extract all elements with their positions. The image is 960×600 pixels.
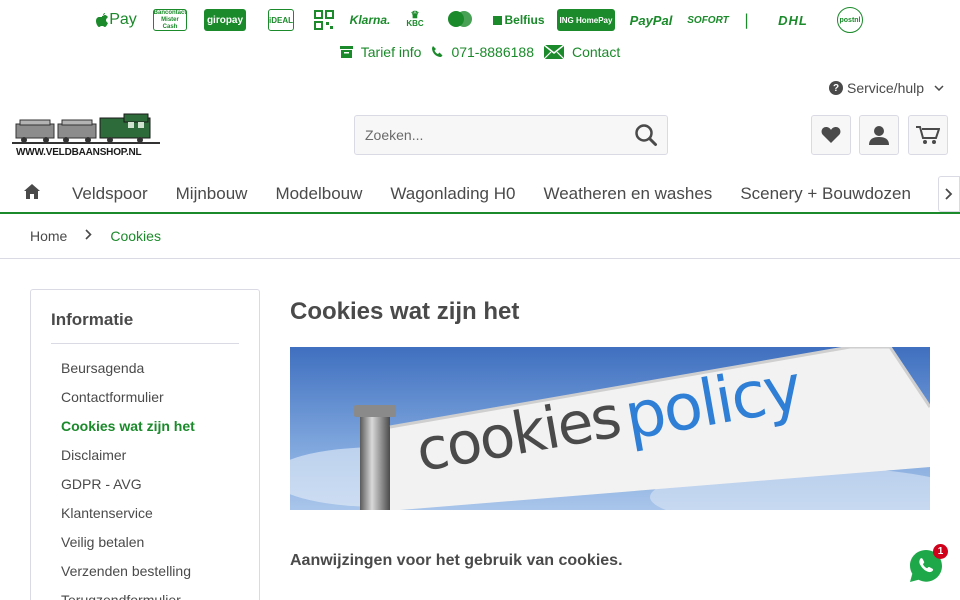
kbc-text: KBC <box>406 19 424 28</box>
nav-item-mijnbouw[interactable]: Mijnbouw <box>162 174 262 212</box>
maestro-logo <box>446 9 474 31</box>
sidebar-informatie: Informatie Beursagenda Contactformulier … <box>30 289 260 600</box>
cart-icon <box>916 126 940 144</box>
search-icon <box>635 124 657 146</box>
klarna-text: Klarna. <box>349 13 391 27</box>
content-subtitle: Aanwijzingen voor het gebruik van cookie… <box>290 552 623 569</box>
whatsapp-notification-badge: 1 <box>933 544 948 559</box>
applepay-logo: Pay <box>94 9 138 31</box>
nav-home-button[interactable] <box>24 184 40 200</box>
home-icon <box>24 184 40 199</box>
maestro-icon <box>448 11 472 27</box>
dhl-text: DHL <box>778 12 808 28</box>
bancontact-logo: Bancontact Mister Cash <box>153 9 187 31</box>
sidebar-title: Informatie <box>51 310 239 344</box>
bancontact-text: Bancontact Mister Cash <box>153 9 187 30</box>
apple-icon <box>96 13 109 27</box>
question-icon: ? <box>829 81 843 95</box>
user-icon <box>869 126 889 145</box>
contact-label: Contact <box>571 44 621 60</box>
logo-text: WWW.VELDBAANSHOP.NL <box>16 147 142 158</box>
sofort-text: SOFORT <box>687 14 729 26</box>
search-input[interactable] <box>355 116 615 154</box>
payment-separator: | <box>744 11 750 29</box>
breadcrumb: Home Cookies <box>0 214 960 259</box>
service-label: Service/hulp <box>847 80 925 96</box>
ing-text: ING HomePay <box>559 15 613 25</box>
giropay-text: giropay <box>206 14 244 26</box>
giropay-logo: giropay <box>204 9 246 31</box>
breadcrumb-home[interactable]: Home <box>30 228 67 244</box>
nav-item-wagonlading[interactable]: Wagonlading H0 <box>376 174 529 212</box>
dhl-logo: DHL <box>762 9 824 31</box>
search-box <box>354 115 668 155</box>
postnl-text: postnl <box>839 16 861 24</box>
cookies-policy-banner: cookies policy <box>290 347 930 510</box>
wishlist-button[interactable] <box>811 115 851 155</box>
tarief-info-label: Tarief info <box>360 44 422 60</box>
phone-link[interactable]: 071-8886188 <box>431 44 534 60</box>
breadcrumb-separator-icon <box>85 227 92 245</box>
nav-scroll-right-button[interactable] <box>938 176 960 212</box>
sidebar-item-terugzend[interactable]: Terugzendformulier <box>51 590 239 600</box>
applepay-text: Pay <box>109 11 137 28</box>
cart-button[interactable] <box>908 115 948 155</box>
paypal-logo: PayPal <box>626 9 676 31</box>
ideal-logo: iDEAL <box>268 9 294 31</box>
sidebar-item-klantenservice[interactable]: Klantenservice <box>51 503 239 532</box>
sidebar-list: Beursagenda Contactformulier Cookies wat… <box>51 344 239 600</box>
sidebar-item-gdpr[interactable]: GDPR - AVG <box>51 474 239 503</box>
qr-icon <box>314 10 334 30</box>
archive-icon <box>339 46 353 58</box>
account-button[interactable] <box>859 115 899 155</box>
payment-logos-bar: Pay Bancontact Mister Cash giropay iDEAL… <box>0 6 960 34</box>
page-title: Cookies wat zijn het <box>290 298 520 325</box>
sidebar-item-veilig-betalen[interactable]: Veilig betalen <box>51 532 239 561</box>
kbc-logo: ♛ KBC <box>406 10 424 28</box>
sidebar-item-beursagenda[interactable]: Beursagenda <box>51 358 239 387</box>
nav-item-scenery[interactable]: Scenery + Bouwdozen <box>726 174 925 212</box>
service-menu[interactable]: ? Service/hulp <box>829 80 944 96</box>
paypal-text: PayPal <box>629 12 673 28</box>
contact-bar: Tarief info 071-8886188 Contact <box>0 44 960 60</box>
nav-item-veldspoor[interactable]: Veldspoor <box>58 174 162 212</box>
breadcrumb-current[interactable]: Cookies <box>110 228 161 244</box>
qr-logo <box>313 9 335 31</box>
contact-link[interactable]: Contact <box>543 44 621 60</box>
heart-icon <box>821 127 841 143</box>
chevron-down-icon <box>934 85 944 91</box>
tarief-info-link[interactable]: Tarief info <box>339 44 422 60</box>
phone-number: 071-8886188 <box>451 44 534 60</box>
sidebar-item-verzenden[interactable]: Verzenden bestelling <box>51 561 239 590</box>
belfius-text: Belfius <box>504 13 545 27</box>
chevron-right-icon <box>945 188 953 200</box>
klarna-logo: Klarna. <box>347 9 393 31</box>
belfius-logo: Belfius <box>492 9 546 31</box>
nav-item-weatheren[interactable]: Weatheren en washes <box>529 174 726 212</box>
sofort-logo: SOFORT <box>686 9 730 31</box>
nav-item-modelbouw[interactable]: Modelbouw <box>261 174 376 212</box>
sidebar-item-disclaimer[interactable]: Disclaimer <box>51 445 239 474</box>
ing-logo: ING HomePay <box>557 9 615 31</box>
ideal-text: iDEAL <box>269 15 293 25</box>
sidebar-item-contactformulier[interactable]: Contactformulier <box>51 387 239 416</box>
envelope-icon <box>543 45 564 59</box>
postnl-logo: postnl <box>837 7 863 33</box>
search-button[interactable] <box>633 122 661 150</box>
sidebar-item-cookies[interactable]: Cookies wat zijn het <box>51 416 239 445</box>
phone-icon <box>432 46 443 57</box>
main-navigation: Veldspoor Mijnbouw Modelbouw Wagonlading… <box>0 174 960 214</box>
site-logo[interactable]: WWW.VELDBAANSHOP.NL <box>12 112 160 162</box>
